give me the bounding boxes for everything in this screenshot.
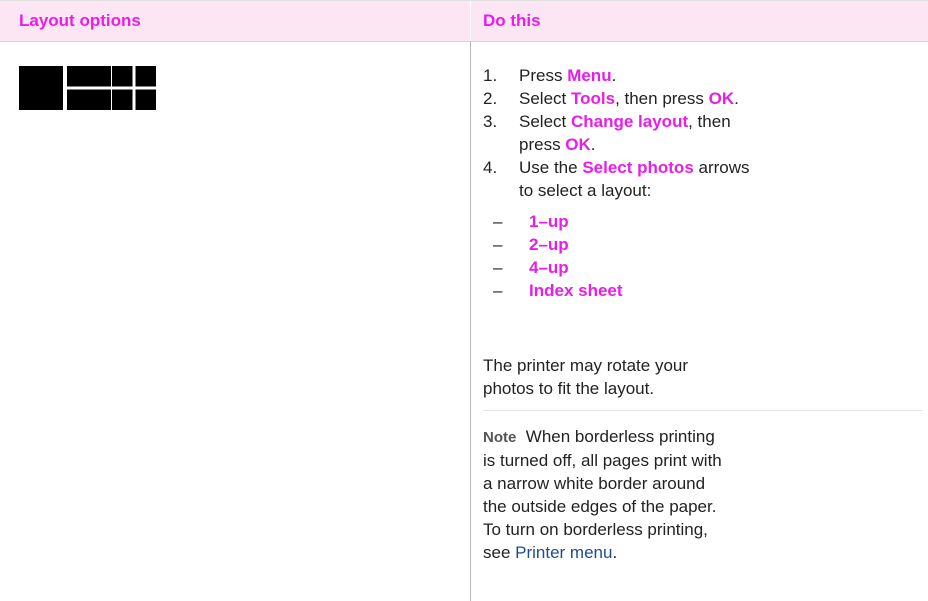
step-number: 3. — [483, 112, 498, 131]
layout-1up-icon — [19, 66, 63, 110]
step-text: Select — [519, 89, 571, 108]
header-do-this: Do this — [483, 11, 541, 30]
layout-choice: Index sheet — [529, 281, 623, 300]
step-text: , then press — [615, 89, 709, 108]
dash-bullet: – — [493, 212, 503, 231]
header-separator — [0, 41, 928, 42]
list-item: – 1–up — [483, 210, 903, 233]
list-item: – 2–up — [483, 233, 903, 256]
column-divider — [470, 41, 471, 601]
step-1: 1. Press Menu. — [483, 64, 903, 87]
select-photos-keyword: Select photos — [582, 158, 694, 177]
step-3: 3. Select Change layout, then press OK. — [483, 110, 759, 156]
change-layout-keyword: Change layout — [570, 112, 689, 131]
step-4: 4. Use the Select photos arrows to selec… — [483, 156, 759, 202]
list-item: – Index sheet — [483, 279, 903, 302]
step-number: 2. — [483, 89, 498, 108]
ok-keyword: OK — [565, 135, 591, 154]
step-text: . — [734, 89, 739, 108]
step-text: Press — [519, 66, 568, 85]
dash-bullet: – — [493, 235, 503, 254]
step-text: Select — [519, 112, 571, 131]
header-divider — [470, 1, 471, 42]
header-layout-options: Layout options — [19, 11, 141, 30]
note-label: Note — [483, 429, 517, 446]
rotate-paragraph: The printer may rotate your photos to fi… — [483, 356, 689, 398]
layout-choice: 2–up — [529, 235, 569, 254]
dash-bullet: – — [493, 281, 503, 300]
step-text: . — [611, 66, 617, 85]
list-item: – 4–up — [483, 256, 903, 279]
dash-bullet: – — [493, 258, 503, 277]
note-separator — [483, 410, 923, 411]
note-paragraph: Note When borderless printing is turned … — [483, 425, 723, 564]
table-header-row: Layout options Do this — [0, 0, 928, 42]
layout-choices-list: – 1–up – 2–up – 4–up – Index sheet — [483, 210, 903, 302]
tools-keyword: Tools — [570, 89, 616, 108]
step-text: Use the — [519, 158, 583, 177]
steps-list: 1. Press Menu. 2. Select Tools, then pre… — [483, 64, 903, 302]
step-text: . — [590, 135, 596, 154]
note-text: When borderless printing is turned off, … — [483, 427, 722, 562]
note-end: . — [612, 543, 618, 562]
step-number: 1. — [483, 66, 498, 85]
layout-2up-icon — [67, 66, 111, 110]
step-number: 4. — [483, 158, 498, 177]
ok-keyword: OK — [708, 89, 735, 108]
step-2: 2. Select Tools, then press OK. — [483, 87, 903, 110]
printer-menu-link[interactable]: Printer menu — [515, 543, 612, 562]
layout-4up-icon — [112, 66, 156, 110]
layout-choice: 1–up — [529, 212, 569, 231]
menu-keyword: Menu — [567, 66, 612, 85]
layout-choice: 4–up — [529, 258, 569, 277]
layout-options-table: Layout options Do this 1. Press Menu. 2.… — [0, 0, 928, 601]
